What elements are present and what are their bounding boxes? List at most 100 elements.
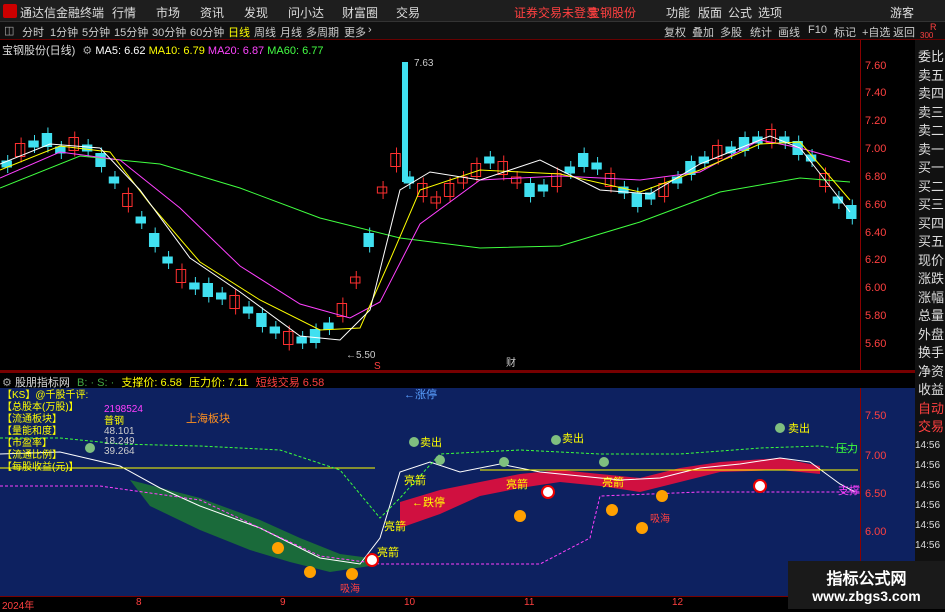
candle-body bbox=[283, 331, 294, 345]
liangjian-label: 亮箭 bbox=[377, 545, 399, 559]
candle-body bbox=[376, 186, 388, 194]
candle-body bbox=[631, 193, 642, 207]
liangjian-label: 亮箭 bbox=[602, 475, 624, 489]
candle-body bbox=[430, 196, 441, 204]
top-stock-name: 宝钢股份 bbox=[588, 6, 637, 20]
title-bar: 通达信金融终端 行情 市场 资讯 发现 问小达 财富圈 交易 证券交易未登录 宝… bbox=[0, 0, 945, 22]
menu-xuanxiang[interactable]: 选项 bbox=[758, 4, 782, 21]
pane-divider[interactable] bbox=[0, 370, 915, 373]
tb-duogu[interactable]: 多股 bbox=[720, 24, 742, 40]
side-item[interactable]: 收益 bbox=[918, 379, 944, 398]
price-tick: 7.60 bbox=[865, 60, 887, 72]
candle-body bbox=[202, 283, 213, 297]
candle-body bbox=[577, 153, 589, 167]
candle-body bbox=[135, 216, 146, 224]
alien-icon bbox=[499, 457, 509, 467]
menu-wenxiaoda[interactable]: 问小达 bbox=[288, 4, 324, 21]
zhicheng-label: 支撑 bbox=[838, 483, 860, 497]
period-week[interactable]: 周线 bbox=[254, 24, 276, 40]
trade-time: 14:56 bbox=[915, 520, 941, 531]
side-item[interactable]: 总量 bbox=[918, 305, 944, 324]
alien-icon bbox=[775, 423, 785, 433]
side-item[interactable]: 买二 bbox=[918, 176, 944, 195]
menu-jiaoyi[interactable]: 交易 bbox=[396, 4, 420, 21]
period-month[interactable]: 月线 bbox=[280, 24, 302, 40]
tb-biaoji[interactable]: 标记 bbox=[834, 24, 856, 40]
tb-fuquan[interactable]: 复权 bbox=[664, 24, 686, 40]
side-item[interactable]: 卖三 bbox=[918, 102, 944, 121]
menu-caifuquan[interactable]: 财富圈 bbox=[342, 4, 378, 21]
period-5min[interactable]: 5分钟 bbox=[82, 24, 110, 40]
side-item[interactable]: 交易 bbox=[918, 416, 944, 435]
side-item[interactable]: 卖一 bbox=[918, 139, 944, 158]
side-item[interactable]: 现价 bbox=[918, 250, 944, 269]
period-60min[interactable]: 60分钟 bbox=[190, 24, 224, 40]
alien-icon bbox=[435, 455, 445, 465]
side-item[interactable]: 卖四 bbox=[918, 83, 944, 102]
tb-f10[interactable]: F10 bbox=[808, 24, 827, 36]
app-logo-icon bbox=[3, 4, 17, 18]
candle-body bbox=[551, 173, 562, 187]
indicator-chart[interactable]: ←涨停 ←跌停 亮箭 亮箭 亮箭 亮箭 亮箭 卖出 卖出 卖出 吸海 吸海 压力… bbox=[0, 388, 860, 596]
period-more[interactable]: 更多 bbox=[344, 24, 366, 40]
candle-body bbox=[68, 137, 79, 151]
candle-body bbox=[846, 205, 857, 219]
ind-tick: 7.50 bbox=[865, 410, 887, 422]
ma60-line bbox=[0, 155, 851, 249]
tb-tongji[interactable]: 统计 bbox=[750, 24, 772, 40]
period-30min[interactable]: 30分钟 bbox=[152, 24, 186, 40]
candle-body bbox=[108, 176, 120, 184]
tb-fanhui[interactable]: 返回 bbox=[893, 24, 915, 40]
tb-huaxian[interactable]: 画线 bbox=[778, 24, 800, 40]
side-item[interactable]: 净资 bbox=[918, 361, 944, 380]
collapse-icon[interactable]: ◫ bbox=[4, 24, 14, 37]
chevron-right-icon[interactable]: › bbox=[368, 24, 372, 36]
kline-chart[interactable]: 7.63 ←5.50 S 财 bbox=[0, 40, 860, 370]
candle-body bbox=[189, 282, 200, 290]
side-item[interactable]: 卖五 bbox=[918, 65, 944, 84]
price-tick: 5.80 bbox=[865, 310, 887, 322]
side-item[interactable]: 换手 bbox=[918, 342, 944, 361]
period-fenshi[interactable]: 分时 bbox=[22, 24, 44, 40]
side-item[interactable]: 涨跌 bbox=[918, 268, 944, 287]
menu-shichang[interactable]: 市场 bbox=[156, 4, 180, 21]
fund-label: 【量能和度】 bbox=[2, 424, 62, 437]
menu-banmian[interactable]: 版面 bbox=[698, 4, 722, 21]
side-item[interactable]: 买四 bbox=[918, 213, 944, 232]
period-15min[interactable]: 15分钟 bbox=[114, 24, 148, 40]
candle-body bbox=[95, 153, 106, 167]
side-item[interactable]: 外盘 bbox=[918, 324, 944, 343]
menu-gongshi[interactable]: 公式 bbox=[728, 4, 752, 21]
price-tick: 5.60 bbox=[865, 338, 887, 350]
alien-icon bbox=[85, 443, 95, 453]
side-item[interactable]: 卖二 bbox=[918, 120, 944, 139]
side-item[interactable]: 买五 bbox=[918, 231, 944, 250]
guest-login[interactable]: 游客 bbox=[890, 4, 914, 21]
date-axis: 2024年 8 9 10 11 12 bbox=[0, 596, 915, 612]
candle-body bbox=[484, 156, 495, 164]
alien-icon bbox=[599, 457, 609, 467]
tb-zixuan[interactable]: +自选 bbox=[862, 24, 890, 40]
side-item[interactable]: 委比 bbox=[918, 46, 944, 65]
side-item[interactable]: 买三 bbox=[918, 194, 944, 213]
menu-faxian[interactable]: 发现 bbox=[244, 4, 268, 21]
side-item[interactable]: 涨幅 bbox=[918, 287, 944, 306]
period-1min[interactable]: 1分钟 bbox=[50, 24, 78, 40]
high-price-label: 7.63 bbox=[414, 58, 434, 69]
period-day[interactable]: 日线 bbox=[228, 24, 250, 40]
coin-icon bbox=[606, 504, 618, 516]
tb-diejia[interactable]: 叠加 bbox=[692, 24, 714, 40]
trade-time: 14:56 bbox=[915, 480, 941, 491]
period-multi[interactable]: 多周期 bbox=[306, 24, 339, 40]
side-item[interactable]: 自动 bbox=[918, 398, 944, 417]
menu-hangqing[interactable]: 行情 bbox=[112, 4, 136, 21]
menu-zixun[interactable]: 资讯 bbox=[200, 4, 224, 21]
fund-label: 【总股本(万股)】 bbox=[2, 400, 79, 413]
menu-gongneng[interactable]: 功能 bbox=[666, 4, 690, 21]
coin-icon bbox=[272, 542, 284, 554]
price-tick: 6.60 bbox=[865, 199, 887, 211]
candle-body bbox=[524, 183, 535, 197]
maichu-label: 卖出 bbox=[788, 421, 810, 435]
trade-login-alert[interactable]: 证券交易未登录 bbox=[514, 4, 598, 21]
side-item[interactable]: 买一 bbox=[918, 157, 944, 176]
